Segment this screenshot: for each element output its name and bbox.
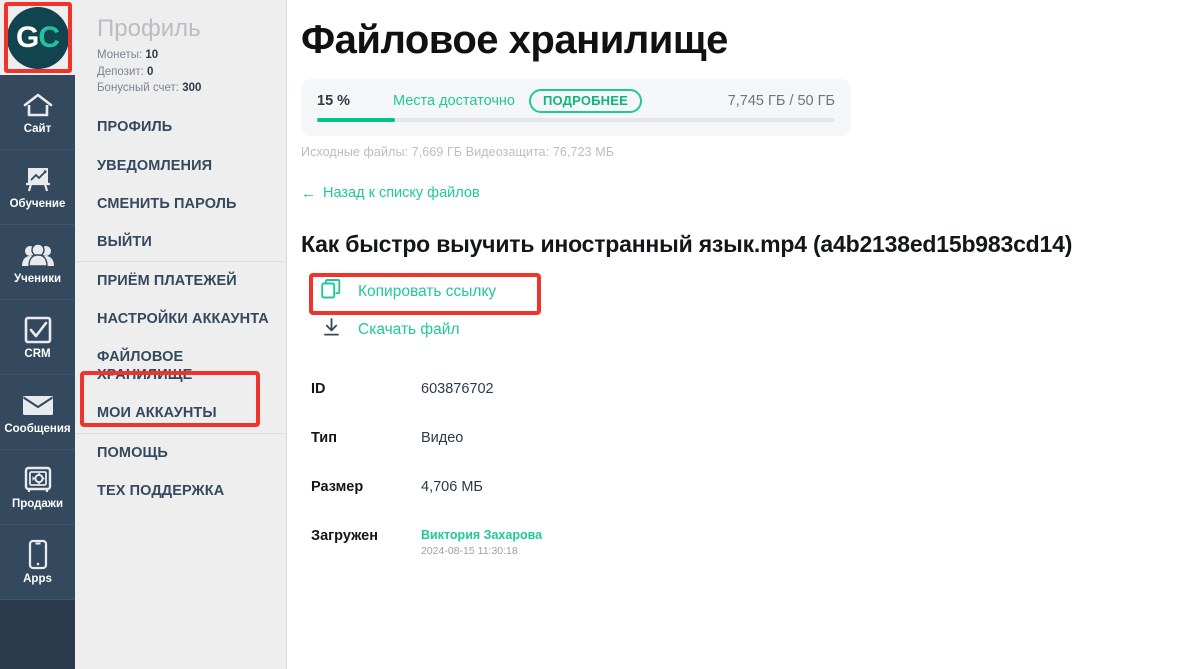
mobile-phone-icon: [26, 538, 50, 572]
rail-label-sales: Продажи: [11, 498, 64, 511]
rail-item-messages[interactable]: Сообщения: [0, 375, 75, 450]
rail-label-students: Ученики: [13, 273, 62, 286]
back-to-files-link[interactable]: ← Назад к списку файлов: [301, 185, 480, 201]
rail-label-training: Обучение: [9, 198, 66, 211]
file-metadata: ID 603876702 Тип Видео Размер 4,706 МБ З…: [301, 381, 1200, 577]
storage-row: 15 % Места достаточно ПОДРОБНЕЕ 7,745 ГБ…: [317, 89, 835, 113]
metadata-row-id: ID 603876702: [301, 381, 1200, 430]
menu-list: ПРОФИЛЬ УВЕДОМЛЕНИЯ СМЕНИТЬ ПАРОЛЬ ВЫЙТИ…: [75, 108, 286, 509]
checkbox-check-icon: [23, 313, 53, 347]
rail-item-crm[interactable]: CRM: [0, 300, 75, 375]
menu-item-profile[interactable]: ПРОФИЛЬ: [75, 108, 286, 146]
profile-coins: Монеты: 10: [97, 47, 286, 63]
menu-item-account-settings[interactable]: НАСТРОЙКИ АККАУНТА: [75, 300, 286, 338]
rail-item-site[interactable]: Сайт: [0, 75, 75, 150]
profile-summary: Профиль Монеты: 10 Депозит: 0 Бонусный с…: [75, 0, 286, 106]
metadata-key-size: Размер: [311, 478, 364, 495]
storage-details-button[interactable]: ПОДРОБНЕЕ: [528, 89, 643, 113]
upload-timestamp: 2024-08-15 11:30:18: [421, 544, 518, 557]
metadata-row-type: Тип Видео: [301, 430, 1200, 479]
page-title: Файловое хранилище: [301, 18, 728, 62]
people-icon: [21, 238, 55, 272]
rail-label-messages: Сообщения: [4, 423, 71, 436]
rail-label-site: Сайт: [23, 123, 52, 136]
menu-item-tech-support[interactable]: ТЕХ ПОДДЕРЖКА: [75, 472, 286, 510]
gc-logo-icon: GC: [6, 6, 69, 69]
profile-deposit-value: 0: [147, 65, 154, 78]
metadata-row-size: Размер 4,706 МБ: [301, 479, 1200, 528]
menu-item-my-accounts[interactable]: МОИ АККАУНТЫ: [75, 394, 286, 432]
rail-item-apps[interactable]: Apps: [0, 525, 75, 600]
rail-filler: [0, 600, 75, 669]
main-content: Файловое хранилище 15 % Места достаточно…: [287, 0, 1200, 669]
app-root: GC Сайт Обучение Ученики CRM Сообщения П…: [0, 0, 1200, 669]
profile-menu-panel: Профиль Монеты: 10 Депозит: 0 Бонусный с…: [75, 0, 287, 669]
rail-label-apps: Apps: [23, 573, 52, 586]
metadata-value-id: 603876702: [421, 380, 494, 397]
profile-bonus-value: 300: [182, 82, 202, 95]
file-title: Как быстро выучить иностранный язык.mp4 …: [301, 230, 1073, 257]
safe-vault-icon: [23, 463, 53, 497]
copy-link-label: Копировать ссылку: [358, 282, 497, 300]
download-file-button[interactable]: Скачать файл: [301, 311, 1200, 349]
storage-card: 15 % Места достаточно ПОДРОБНЕЕ 7,745 ГБ…: [301, 79, 851, 136]
back-link-label: Назад к списку файлов: [323, 185, 480, 201]
metadata-key-id: ID: [311, 380, 326, 397]
easel-chart-icon: [23, 163, 53, 197]
storage-breakdown: Исходные файлы: 7,669 ГБ Видеозащита: 76…: [301, 145, 615, 159]
menu-item-logout[interactable]: ВЫЙТИ: [75, 223, 286, 261]
menu-item-change-password[interactable]: СМЕНИТЬ ПАРОЛЬ: [75, 185, 286, 223]
metadata-key-uploaded: Загружен: [311, 527, 379, 544]
download-file-label: Скачать файл: [358, 320, 460, 338]
storage-amount: 7,745 ГБ / 50 ГБ: [727, 93, 835, 109]
profile-title: Профиль: [97, 15, 201, 42]
profile-coins-value: 10: [145, 49, 159, 62]
metadata-key-type: Тип: [311, 429, 337, 446]
metadata-value-size: 4,706 МБ: [421, 478, 483, 495]
storage-percent: 15 %: [317, 93, 351, 109]
envelope-icon: [21, 388, 55, 422]
profile-coins-label: Монеты:: [97, 49, 143, 62]
menu-item-payments[interactable]: ПРИЁМ ПЛАТЕЖЕЙ: [75, 260, 286, 300]
storage-status: Места достаточно: [393, 93, 515, 109]
rail-item-sales[interactable]: Продажи: [0, 450, 75, 525]
metadata-value-uploaded-wrap: Виктория Захарова 2024-08-15 11:30:18: [421, 528, 542, 557]
home-icon: [23, 88, 53, 122]
profile-deposit: Депозит: 0: [97, 64, 286, 80]
rail-item-training[interactable]: Обучение: [0, 150, 75, 225]
metadata-row-uploaded: Загружен Виктория Захарова 2024-08-15 11…: [301, 528, 1200, 577]
storage-bar-track: [317, 118, 835, 122]
file-actions: Копировать ссылку Скачать файл: [301, 272, 1200, 349]
menu-item-help[interactable]: ПОМОЩЬ: [75, 432, 286, 472]
copy-link-button[interactable]: Копировать ссылку: [301, 273, 1200, 311]
metadata-value-type: Видео: [421, 429, 464, 446]
logo-cell[interactable]: GC: [0, 0, 75, 75]
download-icon: [321, 317, 342, 343]
logo-letter-g: G: [15, 20, 39, 54]
menu-item-file-storage[interactable]: ФАЙЛОВОЕ ХРАНИЛИЩЕ: [75, 338, 286, 394]
profile-bonus: Бонусный счет: 300: [97, 80, 286, 96]
arrow-left-icon: ←: [301, 184, 316, 202]
copy-icon: [321, 278, 342, 305]
menu-item-notifications[interactable]: УВЕДОМЛЕНИЯ: [75, 147, 286, 185]
icon-rail: GC Сайт Обучение Ученики CRM Сообщения П…: [0, 0, 75, 669]
rail-label-crm: CRM: [24, 348, 51, 361]
rail-item-students[interactable]: Ученики: [0, 225, 75, 300]
profile-bonus-label: Бонусный счет:: [97, 82, 179, 95]
storage-bar-fill: [317, 118, 395, 122]
uploader-link[interactable]: Виктория Захарова: [421, 528, 542, 542]
profile-deposit-label: Депозит:: [97, 65, 144, 78]
logo-letter-c: C: [38, 20, 60, 54]
